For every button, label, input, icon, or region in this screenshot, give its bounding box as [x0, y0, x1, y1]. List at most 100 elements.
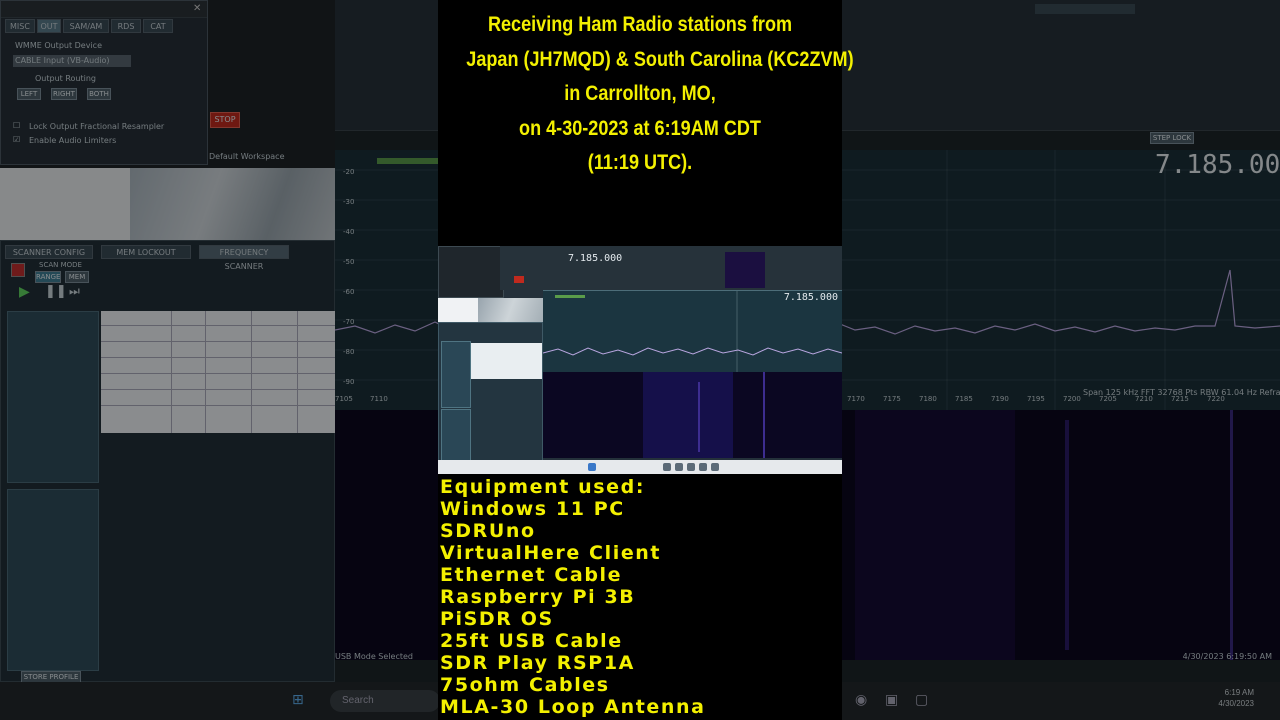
- left-button[interactable]: LEFT: [17, 88, 41, 100]
- tab-scanner-config[interactable]: SCANNER CONFIG: [5, 245, 93, 259]
- x-tick-label: 7170: [847, 395, 865, 403]
- inset-scanner-panel: [441, 341, 471, 408]
- y-tick-label: -30: [343, 198, 355, 206]
- close-icon[interactable]: ✕: [193, 4, 203, 14]
- x-tick-label: 7110: [370, 395, 388, 403]
- equipment-item: 25ft USB Cable: [440, 630, 623, 652]
- inset-app-icon: [663, 463, 671, 471]
- inset-scanner-window: [438, 322, 543, 464]
- inset-screenshot: 7.185.000 7.185.000: [438, 246, 842, 474]
- output-device-select[interactable]: CABLE Input (VB-Audio): [13, 55, 131, 67]
- x-tick-label: 7185: [955, 395, 973, 403]
- y-tick-label: -60: [343, 288, 355, 296]
- right-button[interactable]: RIGHT: [51, 88, 77, 100]
- windows-start-icon[interactable]: ⊞: [292, 692, 304, 708]
- equipment-item: Windows 11 PC: [440, 498, 625, 520]
- inset-app-icon: [675, 463, 683, 471]
- stop-button[interactable]: STOP: [210, 112, 240, 128]
- equipment-item: VirtualHere Client: [440, 542, 662, 564]
- scanner-table: [101, 311, 336, 433]
- tab-mem-lockout[interactable]: MEM LOCKOUT: [101, 245, 191, 259]
- inset-sky-image: [478, 298, 543, 322]
- white-panel: [0, 168, 130, 240]
- inset-app-icon: [699, 463, 707, 471]
- tab-frequency-scanner[interactable]: FREQUENCY SCANNER: [199, 245, 289, 271]
- caption-line: (11:19 UTC).: [587, 151, 693, 174]
- checkbox-icon[interactable]: ☑: [13, 135, 20, 144]
- taskbar-app-icon[interactable]: ▢: [915, 692, 928, 708]
- tab-out[interactable]: OUT: [37, 19, 61, 33]
- video-caption: Receiving Ham Radio stations from Japan …: [466, 8, 854, 181]
- mode-status: USB Mode Selected: [335, 652, 413, 661]
- output-device-label: WMME Output Device: [15, 41, 103, 50]
- caption-line: Receiving Ham Radio stations from: [487, 13, 793, 36]
- sky-image: [130, 168, 335, 240]
- frequency-display: 7.185.000: [1155, 150, 1280, 180]
- y-tick-label: -90: [343, 378, 355, 386]
- equipment-item: SDR Play RSP1A: [440, 652, 635, 674]
- inset-mini-waterfall: [725, 252, 765, 288]
- inset-scanner-panel: [441, 409, 471, 461]
- taskbar-search[interactable]: Search: [330, 690, 440, 712]
- taskbar-app-icon[interactable]: ◉: [855, 692, 867, 708]
- inset-taskbar: [438, 460, 842, 474]
- inset-waterfall-image: [643, 372, 765, 458]
- scanner-window: SCANNER CONFIG MEM LOCKOUT FREQUENCY SCA…: [0, 240, 336, 683]
- play-icon[interactable]: ▶: [19, 284, 30, 300]
- equipment-heading: Equipment used:: [440, 476, 646, 498]
- tab-sam-am[interactable]: SAM/AM: [63, 19, 109, 33]
- scan-mode-label: SCAN MODE: [39, 261, 82, 269]
- x-tick-label: 7205: [1099, 395, 1117, 403]
- y-tick-label: -70: [343, 318, 355, 326]
- pause-icon[interactable]: ❚❚: [45, 284, 67, 299]
- tab-rds[interactable]: RDS: [111, 19, 141, 33]
- inset-spectrum-trace: [542, 291, 842, 373]
- equipment-item: Ethernet Cable: [440, 564, 623, 586]
- equipment-item: 75ohm Cables: [440, 674, 610, 696]
- equipment-item: PiSDR OS: [440, 608, 554, 630]
- range-button[interactable]: RANGE: [35, 271, 61, 283]
- x-tick-label: 7215: [1171, 395, 1189, 403]
- step-lock-button[interactable]: STEP LOCK: [1150, 132, 1194, 144]
- settings-window: ✕ MISC OUT SAM/AM RDS CAT WMME Output De…: [0, 0, 208, 165]
- inset-app-icon: [687, 463, 695, 471]
- equipment-item: MLA-30 Loop Antenna: [440, 696, 706, 718]
- record-icon[interactable]: [11, 263, 25, 277]
- scanner-list-panel: [7, 311, 99, 483]
- inset-scanner-table: [470, 343, 542, 379]
- caption-line: in Carrollton, MO,: [564, 82, 716, 105]
- equipment-list: Equipment used: Windows 11 PC SDRUno Vir…: [438, 476, 842, 718]
- x-tick-label: 7180: [919, 395, 937, 403]
- caption-overlay: Receiving Ham Radio stations from Japan …: [438, 0, 854, 720]
- equipment-item: SDRUno: [440, 520, 536, 542]
- x-tick-label: 7220: [1207, 395, 1225, 403]
- inset-white-panel: [438, 298, 478, 322]
- inset-control-panel: [500, 246, 842, 290]
- tab-cat[interactable]: CAT: [143, 19, 173, 33]
- y-tick-label: -20: [343, 168, 355, 176]
- caption-line: Japan (JH7MQD) & South Carolina (KC2ZVM): [466, 47, 854, 71]
- title-bar-right: [1035, 4, 1135, 14]
- x-tick-label: 7200: [1063, 395, 1081, 403]
- clock-time: 6:19 AM: [1224, 688, 1254, 697]
- equipment-item: Raspberry Pi 3B: [440, 586, 636, 608]
- checkbox-icon[interactable]: ☐: [13, 121, 20, 130]
- inset-waterfall: [543, 372, 842, 458]
- tab-misc[interactable]: MISC: [5, 19, 35, 33]
- x-tick-label: 7190: [991, 395, 1009, 403]
- taskbar-clock[interactable]: 6:19 AM 4/30/2023: [1218, 687, 1254, 709]
- inset-frequency: 7.185.000: [568, 253, 623, 264]
- caption-line: on 4-30-2023 at 6:19AM CDT: [519, 116, 761, 140]
- mem-button[interactable]: MEM: [65, 271, 89, 283]
- inset-start-icon: [588, 463, 596, 471]
- clock-date: 4/30/2023: [1218, 699, 1254, 708]
- audio-limiters-label: Enable Audio Limiters: [29, 136, 117, 145]
- workspace-label: Default Workspace: [209, 152, 285, 161]
- y-tick-label: -40: [343, 228, 355, 236]
- settings-titlebar: [1, 1, 207, 18]
- x-tick-label: 7105: [335, 395, 353, 403]
- inset-frequency-large: 7.185.000: [783, 292, 838, 303]
- taskbar-app-icon[interactable]: ▣: [885, 692, 898, 708]
- both-button[interactable]: BOTH: [87, 88, 111, 100]
- skip-icon[interactable]: ⏭: [69, 284, 80, 299]
